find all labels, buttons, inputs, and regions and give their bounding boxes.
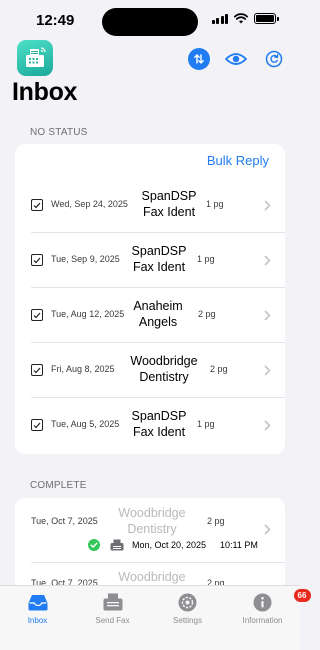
- app-logo-icon: [17, 40, 53, 76]
- view-toggle-button[interactable]: [224, 47, 248, 71]
- row-pages: 1 pg: [197, 254, 215, 264]
- row-date: Tue, Aug 12, 2025: [51, 309, 125, 319]
- checkmark-icon: [33, 202, 41, 208]
- checkmark-icon: [33, 367, 41, 373]
- bulk-reply-button[interactable]: Bulk Reply: [207, 153, 269, 168]
- page-title: Inbox: [12, 78, 78, 106]
- info-icon: 66: [252, 589, 311, 612]
- fax-row[interactable]: Wed, Sep 24, 2025 SpanDSP Fax Ident 1 pg: [15, 178, 285, 233]
- checkmark-icon: [33, 312, 41, 318]
- row-date: Tue, Aug 5, 2025: [51, 419, 120, 429]
- inbox-tray-icon: [27, 592, 49, 612]
- fax-row[interactable]: Tue, Aug 12, 2025 Anaheim Angels 2 pg: [15, 288, 285, 343]
- tab-information[interactable]: 66 Information: [225, 589, 311, 625]
- checkmark-circle-icon: [88, 539, 100, 551]
- tab-label: Inbox: [27, 616, 48, 625]
- row-pages: 1 pg: [206, 199, 224, 209]
- sender-line-1: Woodbridge: [118, 506, 186, 520]
- refresh-icon: [265, 50, 283, 68]
- row-sender: Woodbridge: [110, 569, 194, 585]
- sender-line-1: Woodbridge: [130, 354, 198, 368]
- chevron-right-icon: [264, 200, 271, 211]
- sender-line-1: SpanDSP: [131, 244, 187, 258]
- chevron-right-icon: [264, 310, 271, 321]
- status-bar: 12:49: [0, 0, 300, 44]
- row-checkbox[interactable]: [31, 254, 43, 266]
- tab-bar: Inbox Send Fax Settings 66 Information: [0, 585, 311, 650]
- sent-time: 10:11 PM: [220, 540, 258, 550]
- sender-line-2: Dentistry: [127, 522, 177, 536]
- row-checkbox[interactable]: [31, 309, 43, 321]
- sort-arrows-icon: [194, 54, 204, 64]
- sent-date: Mon, Oct 20, 2025: [132, 540, 207, 550]
- gear-icon: [177, 592, 199, 612]
- chevron-right-icon: [264, 524, 271, 535]
- row-pages: 2 pg: [198, 309, 216, 319]
- chevron-right-icon: [264, 255, 271, 266]
- no-status-card: Bulk Reply Wed, Sep 24, 2025 SpanDSP Fax…: [15, 144, 285, 454]
- fax-row[interactable]: Tue, Aug 5, 2025 SpanDSP Fax Ident 1 pg: [15, 398, 285, 453]
- tab-label: Send Fax: [95, 616, 130, 625]
- sender-line-2: Dentistry: [139, 370, 189, 384]
- refresh-button[interactable]: [262, 47, 286, 71]
- sender-line-2: Fax Ident: [132, 425, 186, 439]
- tab-settings[interactable]: Settings: [150, 592, 225, 625]
- row-sender: Anaheim Angels: [118, 298, 198, 330]
- toolbar-actions: [188, 47, 286, 71]
- chevron-right-icon: [264, 420, 271, 431]
- sender-line-2: Fax Ident: [132, 260, 186, 274]
- section-header-complete: COMPLETE: [30, 480, 87, 491]
- row-date: Fri, Aug 8, 2025: [51, 364, 115, 374]
- sender-line-2: Fax Ident: [142, 205, 196, 219]
- eye-icon: [225, 53, 247, 65]
- sender-line-1: Woodbridge: [118, 570, 186, 584]
- sender-line-2: Angels: [138, 315, 178, 329]
- row-checkbox[interactable]: [31, 364, 43, 376]
- notification-badge: 66: [293, 589, 311, 602]
- tab-label: Information: [242, 616, 283, 625]
- sender-line-1: SpanDSP: [131, 409, 187, 423]
- fax-row[interactable]: Tue, Oct 7, 2025 Woodbridge Dentistry 2 …: [15, 498, 285, 563]
- row-checkbox[interactable]: [31, 199, 43, 211]
- wifi-icon: [234, 13, 248, 24]
- row-pages: 2 pg: [210, 364, 228, 374]
- row-date: Tue, Sep 9, 2025: [51, 254, 120, 264]
- row-date: Wed, Sep 24, 2025: [51, 199, 128, 209]
- row-sender: Woodbridge Dentistry: [110, 505, 194, 537]
- fax-row[interactable]: Fri, Aug 8, 2025 Woodbridge Dentistry 2 …: [15, 343, 285, 398]
- cellular-signal-icon: [211, 13, 228, 24]
- sort-button[interactable]: [188, 48, 210, 70]
- checkmark-icon: [33, 257, 41, 263]
- fax-machine-icon: [102, 592, 124, 612]
- tab-label: Settings: [173, 616, 202, 625]
- row-sender: SpanDSP Fax Ident: [129, 188, 209, 220]
- tab-inbox[interactable]: Inbox: [0, 592, 75, 625]
- row-sender: SpanDSP Fax Ident: [119, 408, 199, 440]
- tab-send-fax[interactable]: Send Fax: [75, 592, 150, 625]
- chevron-right-icon: [264, 365, 271, 376]
- sender-line-1: Anaheim: [133, 299, 183, 313]
- sent-status: Mon, Oct 20, 2025 10:11 PM: [88, 539, 258, 551]
- sender-line-1: SpanDSP: [141, 189, 197, 203]
- row-pages: 1 pg: [197, 419, 215, 429]
- section-header-no-status: NO STATUS: [30, 127, 88, 138]
- fax-row[interactable]: Tue, Sep 9, 2025 SpanDSP Fax Ident 1 pg: [15, 233, 285, 288]
- status-time: 12:49: [36, 12, 75, 29]
- dynamic-island: [102, 8, 198, 36]
- row-sender: Woodbridge Dentistry: [124, 353, 204, 385]
- row-sender: SpanDSP Fax Ident: [119, 243, 199, 275]
- fax-machine-icon: [110, 539, 124, 551]
- row-checkbox[interactable]: [31, 419, 43, 431]
- checkmark-icon: [33, 422, 41, 428]
- battery-icon: [254, 13, 279, 24]
- row-pages: 2 pg: [207, 516, 225, 526]
- status-icons: [211, 13, 279, 24]
- row-date: Tue, Oct 7, 2025: [31, 516, 98, 526]
